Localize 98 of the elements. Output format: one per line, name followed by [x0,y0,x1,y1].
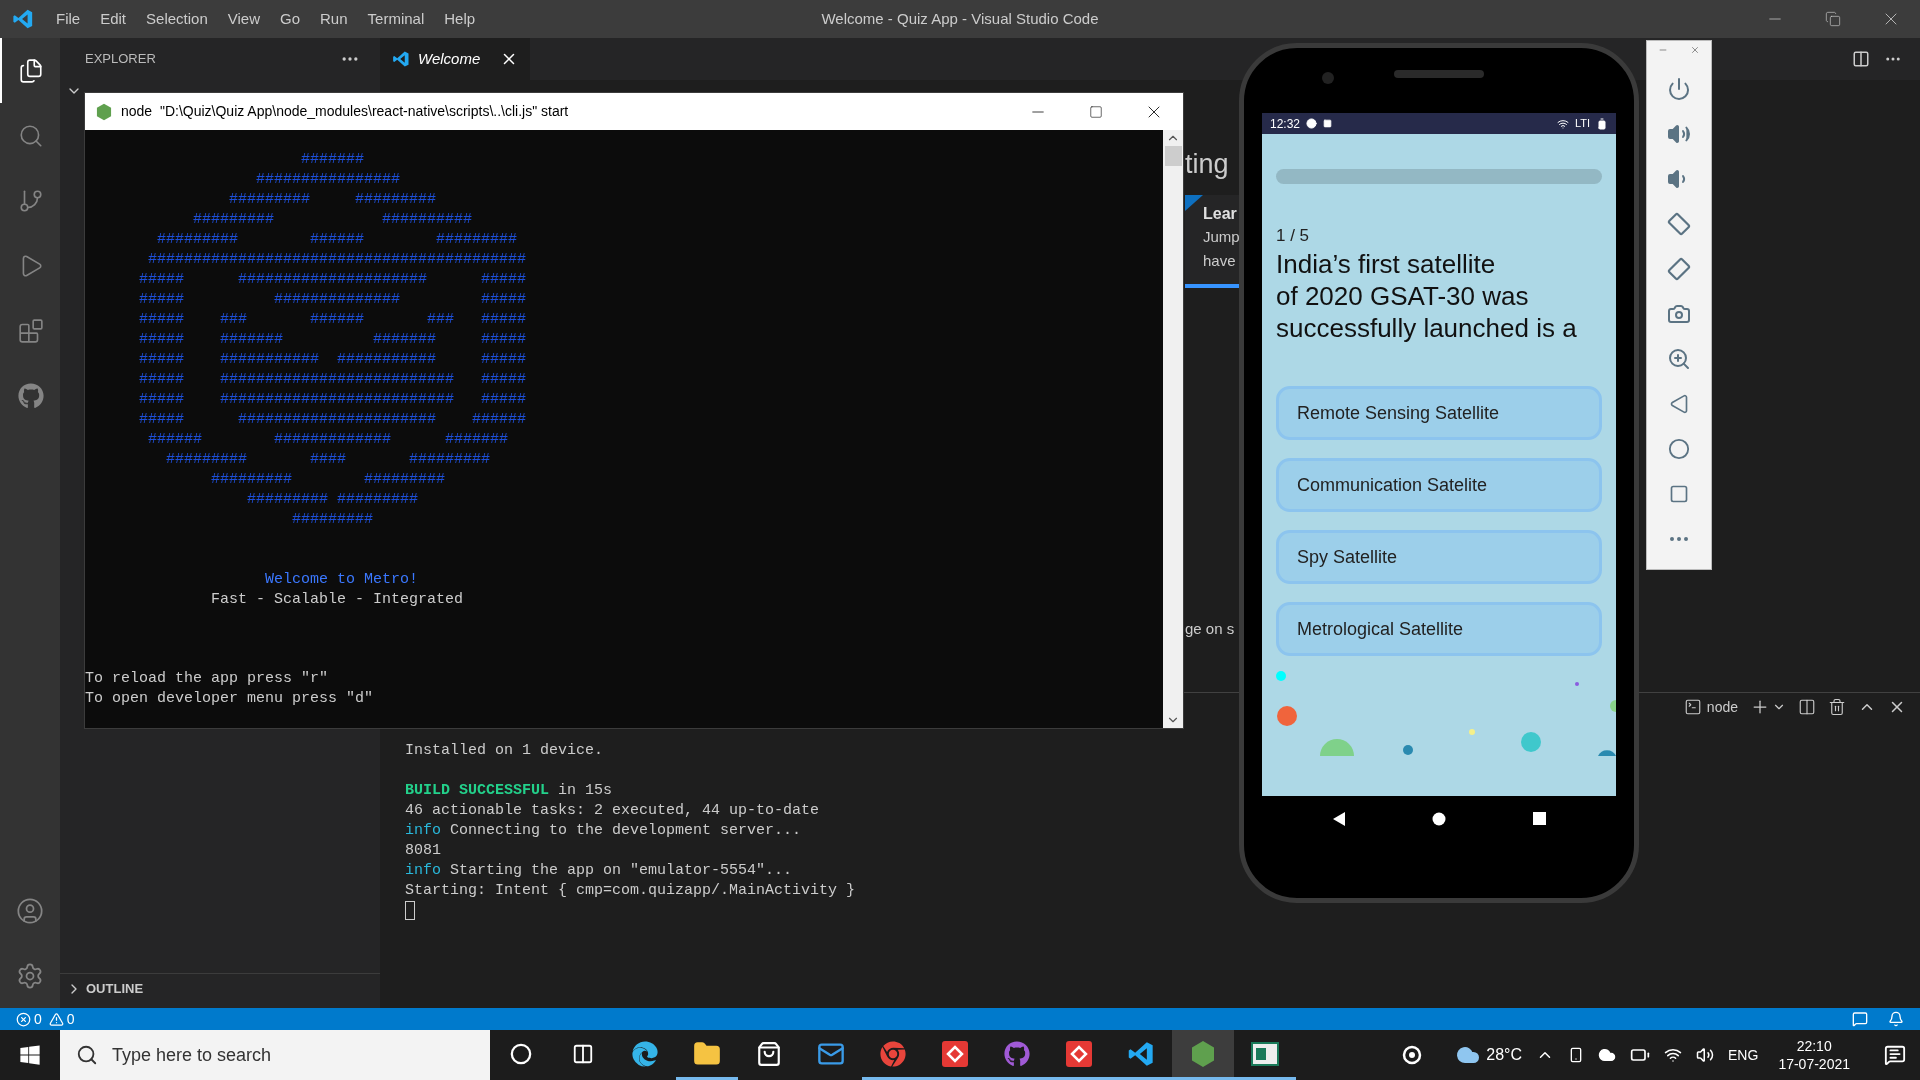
chrome-icon[interactable] [880,1040,906,1067]
vscode-logo-icon [12,8,34,30]
question-counter: 1 / 5 [1276,226,1310,246]
windows-icon[interactable] [19,1044,41,1066]
files-icon[interactable] [18,57,44,84]
search-icon [76,1044,98,1066]
menu-item[interactable]: Edit [90,7,137,31]
editor-tab[interactable]: Welcome [380,38,530,80]
weather-widget[interactable]: 28°C [1456,1043,1523,1067]
trash-icon[interactable] [1828,698,1846,716]
terminal-line: info Connecting to the development server... [405,821,802,841]
terminal-line: BUILD SUCCESSFUL in 15s [405,781,613,801]
battery-icon [1596,117,1608,130]
welcome-heading: ting [1185,148,1229,181]
tagline: Fast - Scalable - Integrated [211,590,464,610]
network-type: LTI [1574,116,1590,132]
warning-icon [48,1011,64,1027]
question-text: India’s first satellite of 2020 GSAT-30 was successfully launched is a [1276,248,1578,344]
github-icon[interactable] [18,382,44,409]
terminal-line: 8081 [405,841,441,861]
extensions-icon[interactable] [18,317,44,344]
terminal-icon [1683,698,1702,716]
home-icon[interactable] [1432,811,1447,826]
answer-option[interactable]: Spy Satellite [1276,530,1602,584]
menu-item[interactable]: Terminal [357,7,435,31]
camera-icon[interactable] [1667,302,1691,326]
window-icon[interactable] [1251,1040,1279,1067]
git-app-icon[interactable] [941,1039,969,1068]
menu-item[interactable]: Selection [136,7,218,31]
github-icon[interactable] [1004,1040,1030,1067]
ascii-art-logo: ####### ################ ######### ######### ######### ########## ######### ###### ######### ########################################## ##### ##################### ##### ##### ############## ##### ##### ### ###### ### ##### ##### ####### ####### ##### ##### ########### ########### ##### ##### ########################## ##### ##### ########################## ##### ##### ###################### ###### ###### ############# ####### ######### #### ######### ######### ######### ######### ######### ######### [139,150,527,530]
store-icon[interactable] [756,1040,782,1067]
taskbar-search-field[interactable]: Type here to search [60,1030,490,1080]
welcome-message: Welcome to Metro! [265,570,419,590]
terminal-tab[interactable]: node [1683,696,1738,718]
answer-option[interactable]: Communication Satelite [1276,458,1602,512]
rotate-right-icon[interactable] [1667,257,1691,281]
card-text: Jump [1203,227,1239,247]
terminal-line: 46 actionable tasks: 2 executed, 44 up-to-date [405,801,820,821]
front-camera [1322,72,1334,84]
split-terminal-icon[interactable] [1798,698,1816,716]
bell-icon[interactable] [1888,1011,1904,1027]
card-title: Lear [1203,204,1237,224]
menu-item[interactable]: Help [434,7,486,31]
hexagon-icon[interactable] [1189,1039,1217,1068]
scrollbar[interactable] [1163,130,1183,728]
window-title: Welcome - Quiz App - Visual Studio Code [821,8,1099,29]
close-icon[interactable] [1690,45,1700,55]
cloud-icon[interactable] [1598,1046,1617,1064]
wifi-icon[interactable] [1664,1046,1683,1064]
card-text: have [1203,251,1236,271]
branch-icon[interactable] [18,187,44,214]
wifi-icon [1556,117,1569,130]
zoom-icon[interactable] [1667,347,1691,371]
settings-icon[interactable] [16,961,44,990]
feedback-icon[interactable] [1852,1011,1868,1027]
clock[interactable]: 22:10 17-07-2021 [1772,1037,1856,1073]
console-title: node "D:\Quiz\Quiz App\node_modules\react-native\scripts\..\cli.js" start [121,102,569,121]
overview-icon[interactable] [1532,812,1546,825]
task-view-icon[interactable] [572,1042,594,1065]
answer-option[interactable]: Metrological Satellite [1276,602,1602,656]
back-icon[interactable] [1332,810,1347,827]
terminal-line: info Starting the app on "emulator-5554"... [405,861,793,881]
welcome-text: ge on s [1185,619,1235,639]
menu-item[interactable]: View [217,7,270,31]
notification-dot-icon [1306,118,1318,129]
walkthrough-card[interactable]: Lear Jump have [1185,195,1239,288]
notifications-icon[interactable] [1884,1044,1906,1066]
menu-item[interactable]: Run [310,7,358,31]
error-icon [16,1011,31,1027]
hexagon-icon [95,102,113,121]
power-icon[interactable] [1667,77,1691,101]
outline-header[interactable]: OUTLINE [60,973,380,1003]
answer-option[interactable]: Remote Sensing Satellite [1276,386,1602,440]
circle-icon[interactable] [510,1042,532,1065]
volume-icon[interactable] [1696,1046,1715,1064]
terminal-line: Installed on 1 device. [405,741,604,761]
folder-icon[interactable] [693,1039,721,1068]
console-line: To open developer menu press "d" [85,689,374,709]
sd-card-icon [1323,118,1333,129]
terminal-line: Starting: Intent { cmp=com.quizapp/.MainActivity } [405,881,856,901]
edge-icon[interactable] [632,1040,658,1067]
menu-item[interactable]: File [46,7,91,31]
vscode-logo-icon [392,50,410,68]
menu-item[interactable]: Go [270,7,310,31]
scroll-thumb[interactable] [1164,146,1182,166]
phone-time: 12:32 [1270,115,1301,133]
split-editor-icon[interactable] [1852,50,1870,68]
rotate-left-icon[interactable] [1667,212,1691,236]
git-app-icon[interactable] [1065,1039,1093,1068]
account-icon[interactable] [16,896,44,925]
swirl-icon[interactable] [1402,1045,1423,1065]
console-line: To reload the app press "r" [85,669,329,689]
sidebar-title: EXPLORER [85,50,156,69]
corner-flag-icon [1185,195,1203,211]
language-indicator[interactable]: ENG [1728,1044,1759,1066]
volume-up-icon[interactable] [1667,122,1691,146]
problems-indicator[interactable]: 0 0 [16,1008,75,1030]
